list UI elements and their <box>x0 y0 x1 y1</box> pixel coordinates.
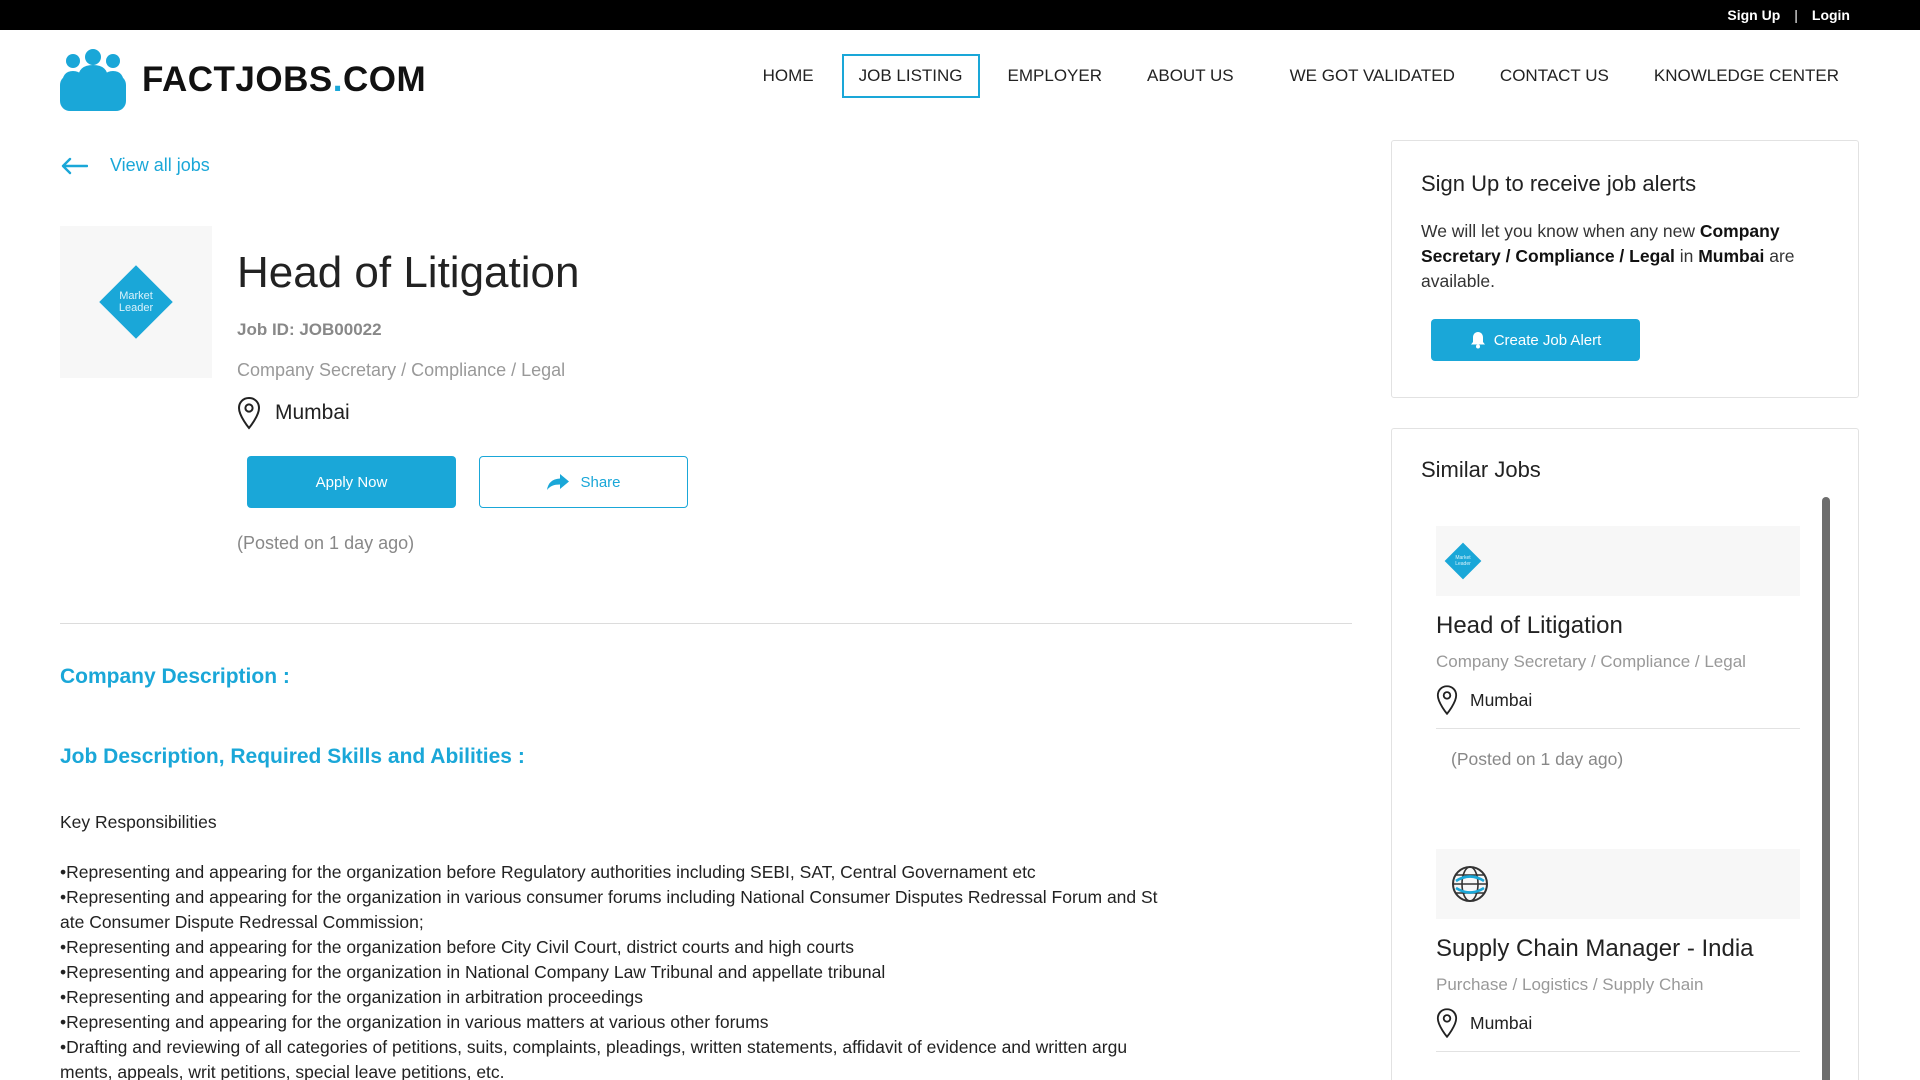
description-line: ate Consumer Dispute Redressal Commissio… <box>60 912 424 932</box>
similar-job-logo <box>1436 849 1800 919</box>
job-title: Head of Litigation <box>237 248 580 297</box>
apply-now-button[interactable]: Apply Now <box>247 456 456 508</box>
description-line: •Representing and appearing for the orga… <box>60 862 1036 882</box>
description-line: •Drafting and reviewing of all categorie… <box>60 1037 1128 1057</box>
signup-link[interactable]: Sign Up <box>1727 7 1780 23</box>
nav-about-us[interactable]: ABOUT US <box>1130 54 1251 98</box>
posted-date: (Posted on 1 day ago) <box>237 533 415 553</box>
bell-icon <box>1470 332 1485 349</box>
company-logo: Market Leader <box>60 226 212 378</box>
similar-job-location: Mumbai <box>1436 684 1800 716</box>
auth-separator: | <box>1794 7 1798 23</box>
job-id: Job ID: JOB00022 <box>237 320 382 339</box>
job-alert-card: Sign Up to receive job alerts We will le… <box>1391 140 1859 398</box>
nav-home[interactable]: HOME <box>746 54 831 98</box>
location-pin-icon <box>1436 685 1458 716</box>
description-line: ments, appeals, writ petitions, special … <box>60 1062 505 1080</box>
share-label: Share <box>580 473 621 491</box>
description-line: •Representing and appearing for the orga… <box>60 987 644 1007</box>
similar-job-category: Purchase / Logistics / Supply Chain <box>1436 975 1704 994</box>
similar-jobs-scrollbar[interactable] <box>1822 497 1830 1080</box>
similar-job-location-label: Mumbai <box>1470 689 1533 710</box>
description-line: •Representing and appearing for the orga… <box>60 962 886 982</box>
auth-links: Sign Up | Login <box>1727 0 1850 30</box>
job-location-label: Mumbai <box>275 401 350 424</box>
job-description-body: Key Responsibilities •Representing and a… <box>60 810 1200 1080</box>
job-category: Company Secretary / Compliance / Legal <box>237 360 566 380</box>
nav-employer[interactable]: EMPLOYER <box>991 54 1119 98</box>
main-nav: HOME JOB LISTING EMPLOYER ABOUT US WE GO… <box>735 54 1856 98</box>
top-bar: Sign Up | Login <box>0 0 1920 30</box>
nav-we-got-validated[interactable]: WE GOT VALIDATED <box>1273 54 1472 98</box>
globe-icon <box>1452 866 1488 902</box>
content-divider <box>60 623 1352 624</box>
similar-jobs-card: Similar Jobs Market Leader Head of Litig… <box>1391 428 1859 1080</box>
similar-job-category: Company Secretary / Compliance / Legal <box>1436 652 1746 671</box>
view-all-jobs-label: View all jobs <box>110 155 210 175</box>
site-logo[interactable]: FACTJOBS.COM <box>60 48 426 112</box>
create-job-alert-label: Create Job Alert <box>1493 331 1602 349</box>
nav-knowledge-center[interactable]: KNOWLEDGE CENTER <box>1637 54 1856 98</box>
people-logo-icon <box>60 49 126 111</box>
market-leader-logo: Market Leader <box>1444 542 1482 580</box>
similar-job-divider <box>1436 728 1800 729</box>
description-line: •Representing and appearing for the orga… <box>60 1012 769 1032</box>
nav-contact-us[interactable]: CONTACT US <box>1483 54 1626 98</box>
job-description-heading: Job Description, Required Skills and Abi… <box>60 745 525 768</box>
similar-job-location-label: Mumbai <box>1470 1012 1533 1033</box>
brand-name: FACTJOBS.COM <box>142 60 427 99</box>
similar-job-item[interactable]: Supply Chain Manager - India Purchase / … <box>1436 849 1800 1052</box>
description-line: •Representing and appearing for the orga… <box>60 937 855 957</box>
job-alert-text: We will let you know when any new Compan… <box>1421 221 1795 291</box>
share-arrow-icon <box>547 474 570 490</box>
location-pin-icon <box>1436 1008 1458 1039</box>
similar-job-location: Mumbai <box>1436 1007 1800 1039</box>
similar-job-posted: (Posted on 1 day ago) <box>1451 749 1624 769</box>
similar-job-item[interactable]: Market Leader Head of Litigation Company… <box>1436 526 1800 770</box>
similar-jobs-heading: Similar Jobs <box>1421 457 1541 482</box>
job-alert-heading: Sign Up to receive job alerts <box>1421 171 1697 196</box>
nav-job-listing[interactable]: JOB LISTING <box>841 54 980 98</box>
arrow-left-icon <box>61 157 88 174</box>
company-description-heading: Company Description : <box>60 665 290 688</box>
market-leader-logo: Market Leader <box>99 265 173 339</box>
description-line: •Representing and appearing for the orga… <box>60 887 1158 907</box>
responsibilities-heading: Key Responsibilities <box>60 812 217 832</box>
location-pin-icon <box>237 396 261 430</box>
login-link[interactable]: Login <box>1812 7 1850 23</box>
view-all-jobs-link[interactable]: View all jobs <box>60 155 210 176</box>
share-button[interactable]: Share <box>479 456 688 508</box>
similar-job-divider <box>1436 1051 1800 1052</box>
job-location: Mumbai <box>237 396 350 430</box>
create-job-alert-button[interactable]: Create Job Alert <box>1431 319 1640 361</box>
similar-job-logo: Market Leader <box>1436 526 1800 596</box>
similar-job-title[interactable]: Head of Litigation <box>1436 612 1800 640</box>
similar-job-title[interactable]: Supply Chain Manager - India <box>1436 935 1800 963</box>
